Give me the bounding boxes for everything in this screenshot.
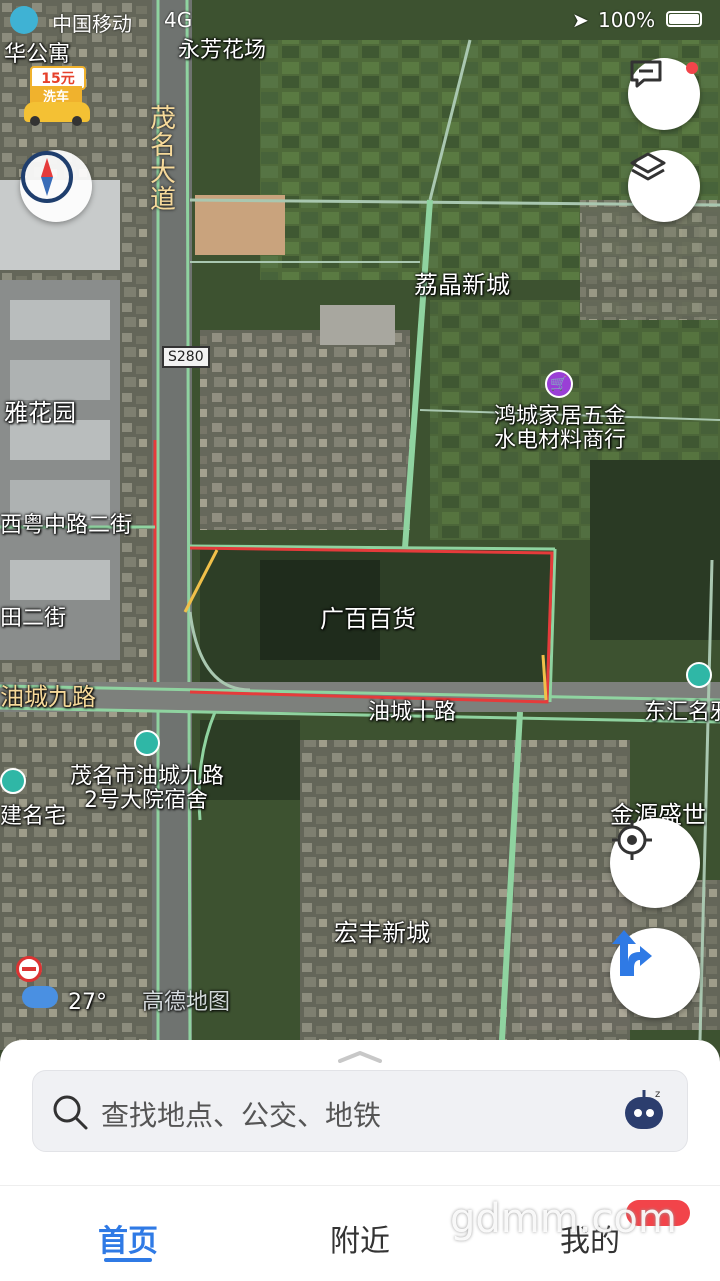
label-tianerjie[interactable]: 田二街 <box>0 606 66 632</box>
signal-icon <box>10 6 38 34</box>
watermark: gdmm.com <box>450 1196 677 1242</box>
tab-bar: 首页 附近 我的 gdmm.com <box>0 1185 720 1281</box>
message-icon <box>630 60 662 88</box>
poi-residence-icon[interactable] <box>134 730 160 756</box>
poi-shop-icon[interactable]: 🛒 <box>545 370 573 398</box>
route-arrow-icon <box>612 930 652 976</box>
label-maoming-avenue[interactable]: 茂名大道 <box>150 106 180 214</box>
search-icon <box>53 1095 88 1130</box>
tab-home-indicator <box>104 1258 152 1262</box>
label-youcheng9[interactable]: 油城九路 <box>0 684 96 710</box>
search-input[interactable]: 查找地点、公交、地铁 z <box>32 1070 688 1152</box>
label-honcheng[interactable]: 鸿城家居五金 <box>494 404 626 430</box>
car-wash-badge[interactable]: 15元 洗车 <box>24 66 90 126</box>
label-honcheng-2[interactable]: 水电材料商行 <box>494 428 626 454</box>
label-guangbai[interactable]: 广百百货 <box>320 606 416 632</box>
locate-icon <box>612 820 652 860</box>
label-dayuan-1[interactable]: 茂名市油城九路 <box>70 764 224 790</box>
label-donghui[interactable]: 东汇名邪 <box>644 700 720 726</box>
battery-percent: 100% <box>598 8 656 32</box>
message-button[interactable] <box>628 58 700 130</box>
label-lijing[interactable]: 荔晶新城 <box>414 272 510 298</box>
tab-nearby[interactable]: 附近 <box>330 1216 390 1260</box>
label-youcheng10[interactable]: 油城十路 <box>368 700 456 726</box>
layers-icon <box>630 152 666 181</box>
map-provider-logo: 高德地图 <box>142 990 231 1015</box>
tab-home[interactable]: 首页 <box>98 1216 158 1260</box>
carrier: 中国移动 <box>52 12 132 36</box>
notification-dot <box>686 62 698 74</box>
label-yahuayuan[interactable]: 雅花园 <box>4 400 76 426</box>
label-xiyue[interactable]: 西粤中路二街 <box>0 513 132 539</box>
bottom-sheet[interactable]: 查找地点、公交、地铁 z <box>0 1040 720 1190</box>
label-jianming[interactable]: 建名宅 <box>0 804 66 830</box>
no-entry-icon[interactable] <box>16 956 42 982</box>
poi-building-icon[interactable] <box>686 662 712 688</box>
location-icon: ➤ <box>572 8 589 32</box>
label-hongfeng[interactable]: 宏丰新城 <box>334 920 430 946</box>
sheet-handle-icon[interactable] <box>338 1048 382 1063</box>
satellite-map[interactable]: S280 15元 洗车 华公寓 永芳花场 茂名大道 荔晶新城 🛒 鸿城家居五金 … <box>0 0 720 1050</box>
layers-button[interactable] <box>628 150 700 222</box>
label-huagongyu[interactable]: 华公寓 <box>4 42 70 68</box>
temperature: 27° <box>68 990 107 1015</box>
battery-icon <box>666 11 702 27</box>
status-bar: 中国移动 4G ➤ 100% <box>0 0 720 40</box>
svg-text:z: z <box>655 1089 660 1100</box>
poi-home-icon[interactable] <box>0 768 26 794</box>
locate-button[interactable] <box>610 818 700 908</box>
voice-assistant-icon[interactable]: z <box>621 1087 667 1133</box>
compass-icon[interactable] <box>20 150 92 222</box>
label-yongfang[interactable]: 永芳花场 <box>178 38 266 64</box>
search-placeholder: 查找地点、公交、地铁 <box>101 1099 382 1132</box>
label-dayuan-2[interactable]: 2号大院宿舍 <box>84 788 208 814</box>
network-type: 4G <box>164 8 193 32</box>
route-button[interactable] <box>610 928 700 1018</box>
weather-cloud-icon[interactable] <box>22 986 58 1008</box>
road-shield: S280 <box>162 346 210 368</box>
